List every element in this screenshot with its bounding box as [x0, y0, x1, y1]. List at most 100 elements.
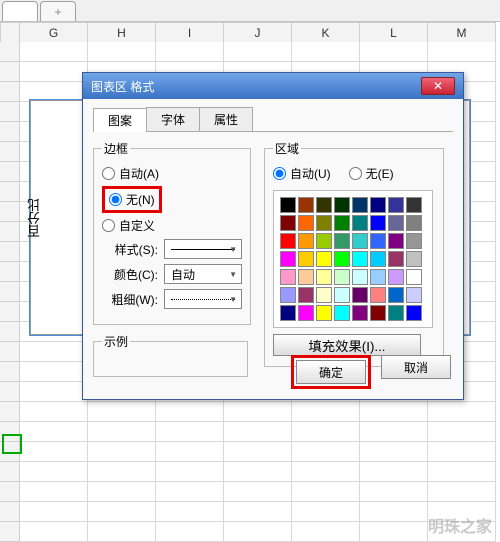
color-swatch[interactable]: [388, 233, 404, 249]
cell[interactable]: [360, 422, 428, 442]
row-header[interactable]: [0, 182, 20, 202]
cell[interactable]: [20, 342, 88, 362]
tab-attr[interactable]: 属性: [199, 107, 253, 131]
close-button[interactable]: ✕: [421, 77, 455, 95]
row-header[interactable]: [0, 302, 20, 322]
color-swatch[interactable]: [370, 215, 386, 231]
row-header[interactable]: [0, 282, 20, 302]
color-swatch[interactable]: [298, 233, 314, 249]
tab-pattern[interactable]: 图案: [93, 108, 147, 132]
tab-font[interactable]: 字体: [146, 107, 200, 131]
color-swatch[interactable]: [316, 197, 332, 213]
color-swatch[interactable]: [388, 305, 404, 321]
color-swatch[interactable]: [316, 215, 332, 231]
color-swatch[interactable]: [298, 197, 314, 213]
cell[interactable]: [292, 442, 360, 462]
cell[interactable]: [88, 442, 156, 462]
color-swatch[interactable]: [334, 269, 350, 285]
row-header[interactable]: [0, 102, 20, 122]
cell[interactable]: [292, 402, 360, 422]
cell[interactable]: [88, 522, 156, 542]
border-custom-radio[interactable]: [102, 219, 115, 232]
cell[interactable]: [224, 42, 292, 62]
sheet-tab[interactable]: [2, 1, 38, 21]
color-swatch[interactable]: [316, 233, 332, 249]
col-header[interactable]: M: [428, 22, 496, 44]
border-auto-radio[interactable]: [102, 167, 115, 180]
dialog-titlebar[interactable]: 图表区 格式 ✕: [83, 73, 463, 99]
color-swatch[interactable]: [316, 305, 332, 321]
cell[interactable]: [20, 442, 88, 462]
row-header[interactable]: [0, 462, 20, 482]
color-swatch[interactable]: [370, 305, 386, 321]
row-header[interactable]: [0, 522, 20, 542]
color-swatch[interactable]: [334, 251, 350, 267]
cell[interactable]: [156, 402, 224, 422]
cell[interactable]: [20, 502, 88, 522]
col-header[interactable]: I: [156, 22, 224, 44]
color-swatch[interactable]: [334, 233, 350, 249]
cell[interactable]: [88, 42, 156, 62]
color-swatch[interactable]: [298, 287, 314, 303]
ok-button[interactable]: 确定: [296, 360, 366, 384]
row-header[interactable]: [0, 482, 20, 502]
cell[interactable]: [360, 502, 428, 522]
cell[interactable]: [360, 482, 428, 502]
col-header[interactable]: K: [292, 22, 360, 44]
style-combo[interactable]: [164, 239, 242, 259]
col-header[interactable]: J: [224, 22, 292, 44]
cell[interactable]: [88, 402, 156, 422]
color-swatch[interactable]: [388, 269, 404, 285]
cell[interactable]: [20, 402, 88, 422]
row-header[interactable]: [0, 202, 20, 222]
cell[interactable]: [224, 482, 292, 502]
color-swatch[interactable]: [352, 305, 368, 321]
cell[interactable]: [156, 462, 224, 482]
cell[interactable]: [20, 522, 88, 542]
color-swatch[interactable]: [370, 233, 386, 249]
row-header[interactable]: [0, 262, 20, 282]
select-all-corner[interactable]: [0, 22, 20, 44]
cell[interactable]: [20, 42, 88, 62]
color-swatch[interactable]: [370, 269, 386, 285]
color-swatch[interactable]: [280, 251, 296, 267]
cell[interactable]: [428, 482, 496, 502]
row-header[interactable]: [0, 322, 20, 342]
row-header[interactable]: [0, 402, 20, 422]
cell[interactable]: [428, 442, 496, 462]
color-swatch[interactable]: [388, 215, 404, 231]
color-swatch[interactable]: [388, 197, 404, 213]
col-header[interactable]: H: [88, 22, 156, 44]
color-swatch[interactable]: [388, 287, 404, 303]
cell[interactable]: [360, 522, 428, 542]
color-swatch[interactable]: [298, 269, 314, 285]
col-header[interactable]: L: [360, 22, 428, 44]
color-combo[interactable]: 自动: [164, 264, 242, 284]
cell[interactable]: [428, 422, 496, 442]
row-header[interactable]: [0, 122, 20, 142]
area-none-radio[interactable]: [349, 167, 362, 180]
color-swatch[interactable]: [370, 197, 386, 213]
row-header[interactable]: [0, 42, 20, 62]
color-swatch[interactable]: [334, 215, 350, 231]
cell[interactable]: [224, 522, 292, 542]
color-swatch[interactable]: [406, 215, 422, 231]
cell[interactable]: [292, 422, 360, 442]
color-swatch[interactable]: [334, 287, 350, 303]
col-header[interactable]: G: [20, 22, 88, 44]
color-swatch[interactable]: [316, 251, 332, 267]
cell[interactable]: [88, 482, 156, 502]
cell[interactable]: [224, 422, 292, 442]
cell[interactable]: [428, 42, 496, 62]
row-header[interactable]: [0, 82, 20, 102]
cell[interactable]: [428, 402, 496, 422]
cell[interactable]: [88, 462, 156, 482]
color-swatch[interactable]: [316, 269, 332, 285]
row-header[interactable]: [0, 62, 20, 82]
fill-effect-button[interactable]: 填充效果(I)...: [273, 334, 421, 356]
row-header[interactable]: [0, 342, 20, 362]
color-swatch[interactable]: [406, 269, 422, 285]
color-swatch[interactable]: [280, 215, 296, 231]
color-swatch[interactable]: [280, 305, 296, 321]
color-swatch[interactable]: [352, 215, 368, 231]
